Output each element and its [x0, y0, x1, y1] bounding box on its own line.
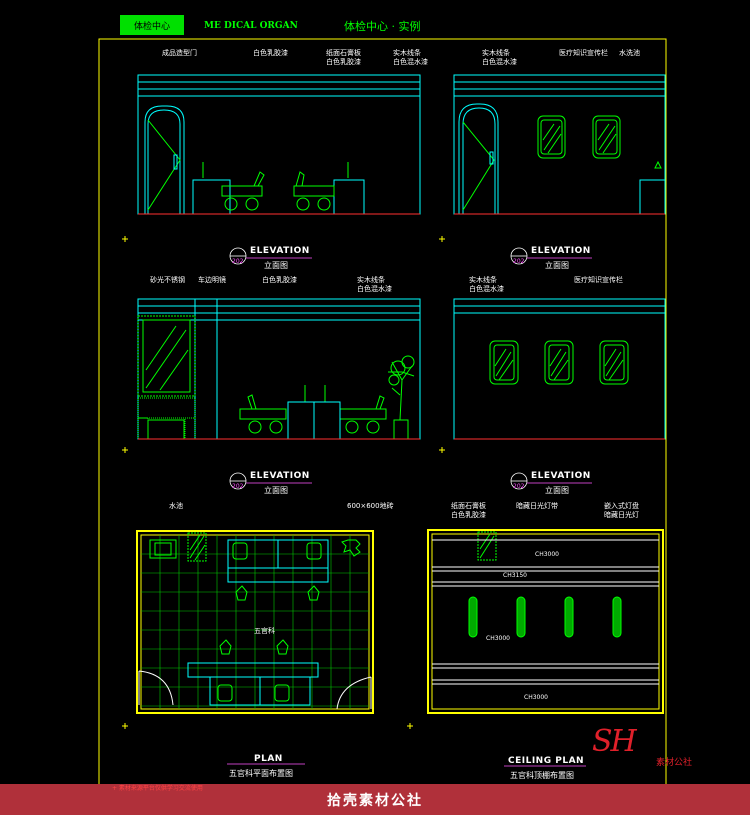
- note: 医疗知识宣传栏: [574, 276, 623, 284]
- ceiling-height-label: CH3000: [535, 551, 559, 558]
- watermark-logo: SH: [592, 724, 637, 759]
- elevation-subcaption: 立面图: [264, 486, 288, 495]
- note: 600×600地砖: [347, 502, 394, 510]
- elevation-subcaption: 立面图: [545, 486, 569, 495]
- note: 水洗池: [619, 49, 640, 57]
- note: 实木线条 白色混水漆: [469, 276, 504, 293]
- elevation-3-drawing: [137, 298, 421, 440]
- elevation-caption: ELEVATION: [531, 246, 591, 256]
- watermark-text: 素材公社: [656, 758, 693, 768]
- elevation-subcaption: 立面图: [545, 261, 569, 270]
- elevation-tag: 202: [513, 258, 525, 265]
- ceiling-height-label: CH3000: [486, 635, 510, 642]
- room-label: 五官科: [254, 627, 275, 635]
- ceiling-height-label: CH3000: [524, 694, 548, 701]
- elevation-2-drawing: [453, 74, 666, 215]
- floor-plan-drawing: [136, 530, 374, 714]
- note: 纸面石膏板 白色乳胶漆: [451, 502, 486, 519]
- note: 实木线条 白色混水漆: [357, 276, 392, 293]
- note: 纸面石膏板 白色乳胶漆: [326, 49, 361, 66]
- elevation-tag: 202: [232, 483, 244, 490]
- cross-markers: [122, 236, 445, 729]
- note: 车边明镜: [198, 276, 226, 284]
- note: 医疗知识宣传栏: [559, 49, 608, 57]
- note: 成品造型门: [162, 49, 197, 57]
- footer-text: 拾壳素材公社: [327, 792, 423, 809]
- note: 砂光不锈钢: [150, 276, 185, 284]
- elevation-tag: 202: [232, 258, 244, 265]
- ceiling-subcaption: 五官科顶棚布置图: [510, 771, 574, 780]
- ceiling-height-label: CH3150: [503, 572, 527, 579]
- note: 嵌入式灯盘 暗藏日光灯: [604, 502, 639, 519]
- elevation-caption: ELEVATION: [531, 471, 591, 481]
- note: 白色乳胶漆: [262, 276, 297, 284]
- ceiling-caption: CEILING PLAN: [508, 756, 585, 766]
- note: 白色乳胶漆: [253, 49, 288, 57]
- elevation-4-drawing: [453, 298, 666, 440]
- note: 实木线条 白色混水漆: [482, 49, 517, 66]
- elevation-caption: ELEVATION: [250, 471, 310, 481]
- note: 水池: [169, 502, 183, 510]
- cad-drawing: [98, 38, 667, 800]
- plan-caption: PLAN: [254, 754, 283, 764]
- elevation-1-drawing: [137, 74, 421, 215]
- elevation-caption: ELEVATION: [250, 246, 310, 256]
- note: 实木线条 白色混水漆: [393, 49, 428, 66]
- note: 暗藏日光灯带: [516, 502, 558, 510]
- elevation-subcaption: 立面图: [264, 261, 288, 270]
- footer-note: + 素材来源平台仅供学习交流使用: [112, 785, 203, 792]
- plan-subcaption: 五官科平面布置图: [229, 769, 293, 778]
- elevation-tag: 202: [513, 483, 525, 490]
